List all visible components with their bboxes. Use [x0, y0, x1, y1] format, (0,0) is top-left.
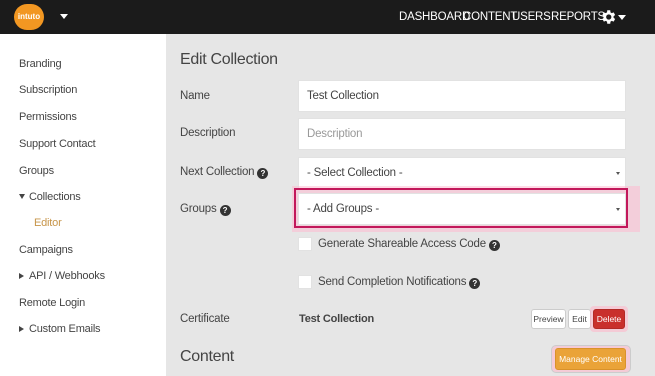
sidebar-item-api-webhooks[interactable]: API / Webhooks	[19, 270, 105, 282]
completion-notifications-checkbox[interactable]	[298, 275, 312, 289]
caret-down-icon	[19, 194, 25, 199]
sidebar-item-label: API / Webhooks	[29, 270, 105, 282]
completion-notifications-label: Send Completion Notifications?	[318, 276, 481, 289]
sidebar-item-branding[interactable]: Branding	[19, 58, 62, 70]
help-icon[interactable]: ?	[257, 168, 269, 179]
caret-right-icon	[19, 326, 24, 332]
top-navbar: intuto DASHBOARD CONTENT USERS REPORTS	[0, 0, 655, 34]
chevron-down-icon[interactable]	[618, 15, 626, 20]
nav-content[interactable]: CONTENT	[463, 0, 517, 34]
preview-button[interactable]: Preview	[531, 309, 566, 329]
certificate-label: Certificate	[180, 313, 230, 325]
delete-button[interactable]: Delete	[593, 309, 625, 329]
manage-content-button[interactable]: Manage Content	[555, 348, 626, 370]
content-section-title: Content	[180, 348, 234, 365]
settings-sidebar: Branding Subscription Permissions Suppor…	[0, 34, 166, 376]
next-collection-label: Next Collection?	[180, 166, 269, 179]
sidebar-item-collections[interactable]: Collections	[19, 191, 81, 203]
sidebar-item-editor[interactable]: Editor	[34, 217, 62, 229]
label-text: Send Completion Notifications	[318, 276, 467, 288]
groups-highlight-box	[294, 188, 628, 228]
groups-label: Groups?	[180, 203, 231, 216]
label-text: Generate Shareable Access Code	[318, 238, 486, 250]
label-text: Groups	[180, 203, 217, 215]
name-label: Name	[180, 90, 210, 102]
caret-right-icon	[19, 273, 24, 279]
page-title: Edit Collection	[180, 51, 278, 68]
nav-dashboard[interactable]: DASHBOARD	[399, 0, 470, 34]
sidebar-item-permissions[interactable]: Permissions	[19, 111, 77, 123]
label-text: Next Collection	[180, 166, 255, 178]
next-collection-select[interactable]: - Select Collection -	[298, 157, 626, 189]
gear-icon[interactable]	[599, 8, 617, 26]
name-field[interactable]: Test Collection	[298, 80, 626, 112]
sidebar-item-label: Collections	[29, 191, 81, 203]
help-icon[interactable]: ?	[469, 278, 481, 289]
chevron-down-icon	[616, 172, 620, 175]
sidebar-item-groups[interactable]: Groups	[19, 165, 54, 177]
intuto-logo[interactable]: intuto	[14, 4, 44, 30]
certificate-value: Test Collection	[299, 313, 375, 325]
shareable-access-checkbox[interactable]	[298, 237, 312, 251]
nav-users[interactable]: USERS	[512, 0, 551, 34]
help-icon[interactable]: ?	[219, 205, 231, 216]
shareable-access-label: Generate Shareable Access Code?	[318, 238, 500, 251]
chevron-down-icon[interactable]	[60, 14, 68, 19]
sidebar-item-remote-login[interactable]: Remote Login	[19, 297, 85, 309]
nav-reports[interactable]: REPORTS	[551, 0, 605, 34]
description-label: Description	[180, 127, 236, 139]
sidebar-item-campaigns[interactable]: Campaigns	[19, 244, 73, 256]
sidebar-item-support-contact[interactable]: Support Contact	[19, 138, 96, 150]
sidebar-item-subscription[interactable]: Subscription	[19, 84, 77, 96]
edit-button[interactable]: Edit	[568, 309, 591, 329]
description-field[interactable]: Description	[298, 118, 626, 150]
sidebar-item-custom-emails[interactable]: Custom Emails	[19, 323, 101, 335]
select-value: - Select Collection -	[307, 167, 403, 179]
help-icon[interactable]: ?	[488, 240, 500, 251]
sidebar-item-label: Custom Emails	[29, 323, 101, 335]
